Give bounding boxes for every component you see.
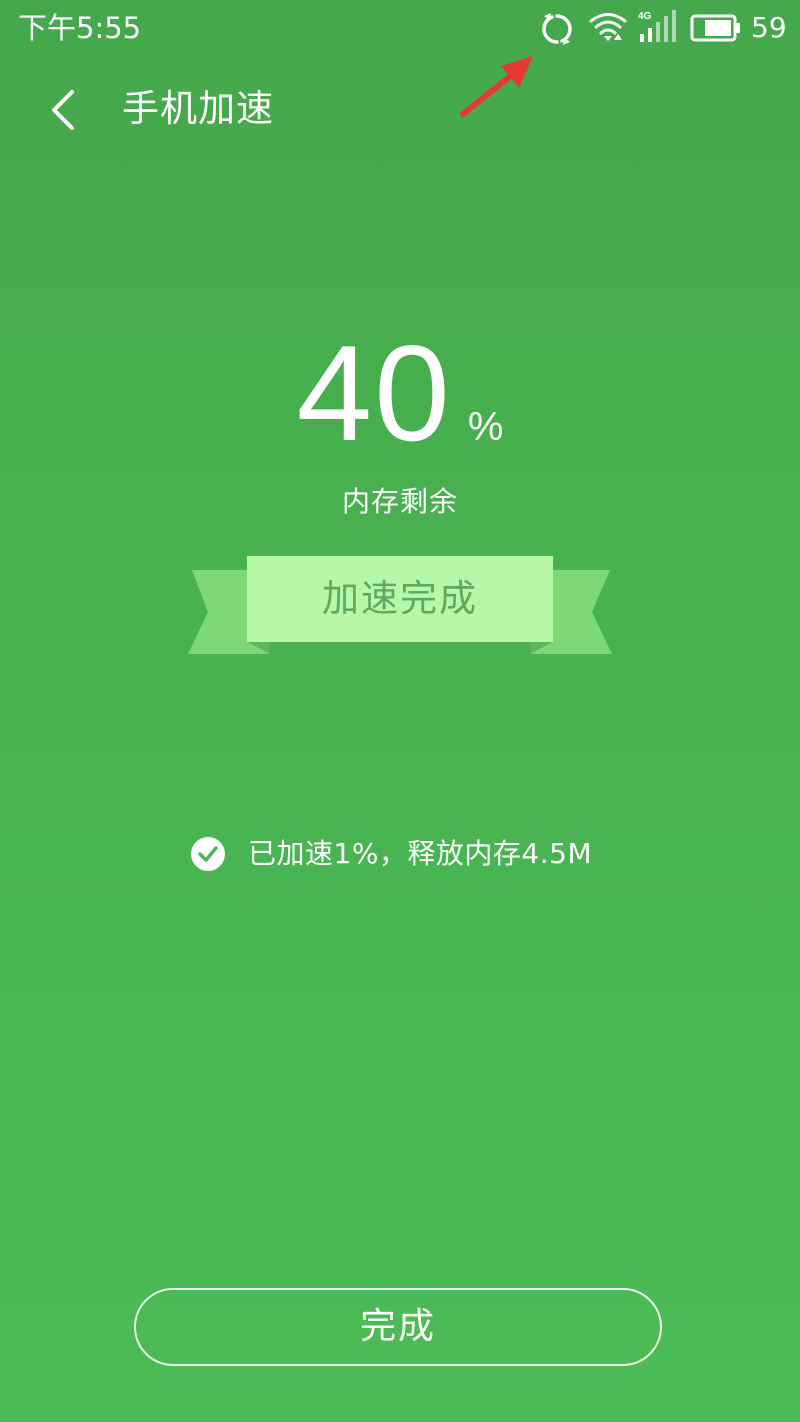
status-bar: 下午5:55 4G 59 xyxy=(0,0,800,56)
page-title: 手机加速 xyxy=(122,87,274,130)
sync-icon xyxy=(542,13,572,45)
boost-complete-label: 加速完成 xyxy=(322,577,478,620)
memory-percent-unit: % xyxy=(467,405,504,449)
wifi-icon xyxy=(589,13,627,41)
status-time: 下午5:55 xyxy=(18,11,142,45)
memory-percent-number: 40 xyxy=(296,317,452,469)
check-circle-icon xyxy=(191,837,225,871)
boost-complete-banner: 加速完成 xyxy=(188,556,612,656)
boost-result-text: 已加速1%，释放内存4.5M xyxy=(248,837,593,870)
memory-caption: 内存剩余 xyxy=(341,485,458,518)
annotation-arrow-icon xyxy=(460,56,533,117)
signal-icon: 4G xyxy=(638,10,676,42)
memory-remaining-value: 40% xyxy=(0,318,800,468)
network-type-label: 4G xyxy=(638,11,652,22)
boost-result: 已加速1%，释放内存4.5M xyxy=(190,834,592,874)
back-button[interactable] xyxy=(30,78,94,142)
battery-icon xyxy=(690,14,740,42)
battery-level: 59 xyxy=(751,11,787,44)
done-button[interactable]: 完成 xyxy=(134,1288,662,1366)
chevron-left-icon xyxy=(52,90,74,130)
